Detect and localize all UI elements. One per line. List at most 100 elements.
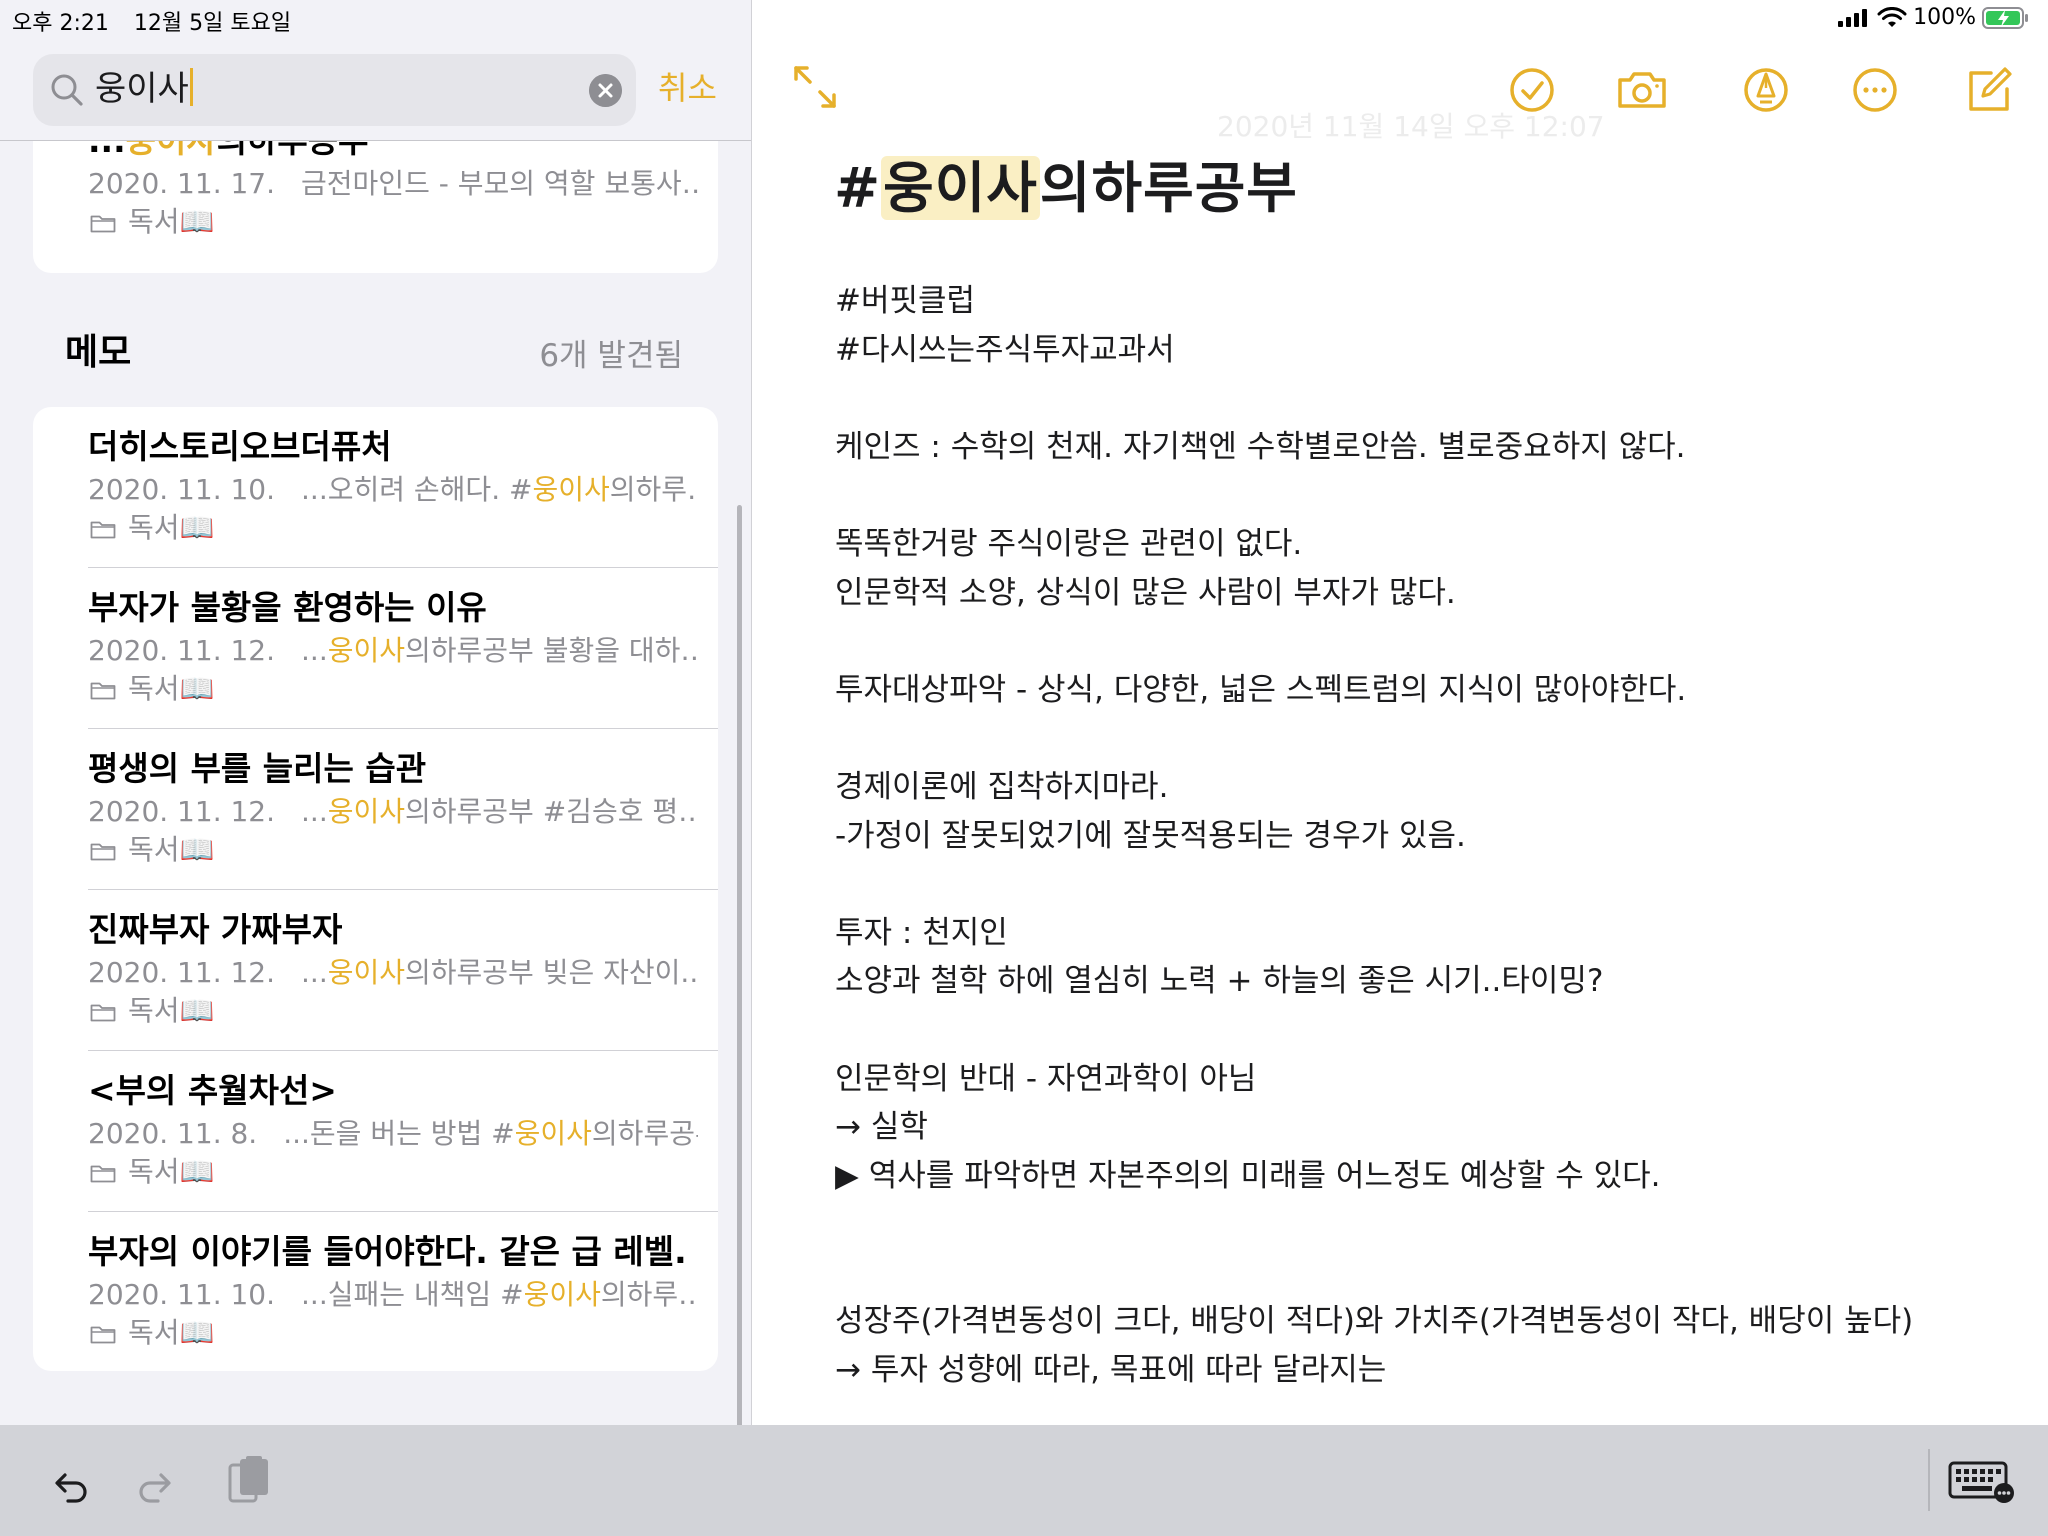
note-folder: 독서📖	[90, 1153, 214, 1191]
note-snippet: ...오히려 손해다. #	[301, 473, 533, 506]
status-bar-right: 100%	[1837, 5, 2030, 30]
body-line: 투자대상파악 - 상식, 다양한, 넓은 스펙트럼의 지식이 많아야한다.	[835, 671, 1687, 708]
note-subtitle: 2020. 11. 12. ...웅이사의하루공부 빚은 자산이...	[88, 954, 698, 992]
search-input[interactable]: 웅이사	[95, 66, 193, 112]
list-item[interactable]: 평생의 부를 늘리는 습관 2020. 11. 12. ...웅이사의하루공부 #…	[33, 729, 718, 890]
body-line: 인문학적 소양, 상식이 많은 사람이 부자가 많다.	[835, 574, 1456, 611]
body-line: -가정이 잘못되었기에 잘못적용되는 경우가 있음.	[835, 817, 1466, 854]
note-body[interactable]: #버핏클럽 #다시쓰는주식투자교과서 케인즈 : 수학의 천재. 자기책엔 수학…	[835, 277, 2015, 1395]
body-line: #다시쓰는주식투자교과서	[835, 331, 1175, 368]
text-caret	[189, 68, 193, 106]
search-query-text: 웅이사	[95, 69, 189, 109]
list-item[interactable]: 부자가 불황을 환영하는 이유 2020. 11. 12. ...웅이사의하루공부…	[33, 568, 718, 729]
top-result-row[interactable]: ...웅이사의하루공부 2020. 11. 17. 금전마인드 - 부모의 역할 …	[33, 141, 718, 262]
body-line: → 투자 성향에 따라, 목표에 따라 달라지는	[835, 1352, 1387, 1389]
note-title: 진짜부자 가짜부자	[88, 910, 343, 949]
top-result-subtitle: 2020. 11. 17. 금전마인드 - 부모의 역할 보통사…	[88, 165, 698, 203]
note-snippet-rest: 의하루공부 #김승호 평…	[405, 795, 698, 828]
list-item[interactable]: 더히스토리오브더퓨처 2020. 11. 10. ...오히려 손해다. #웅이사…	[33, 407, 718, 568]
battery-percent: 100%	[1913, 5, 1976, 30]
notes-sidebar: 오후 2:21 12월 5일 토요일 웅이사 취소 ...웅이사의하루공부 20…	[0, 0, 751, 1425]
body-line: → 실학	[835, 1109, 928, 1146]
top-result-title-highlight: 웅이사	[126, 141, 217, 160]
top-result-card[interactable]: ...웅이사의하루공부 2020. 11. 17. 금전마인드 - 부모의 역할 …	[33, 141, 718, 273]
folder-icon	[90, 521, 116, 539]
folder-icon	[90, 1326, 116, 1344]
folder-icon	[90, 682, 116, 700]
note-folder-label: 독서📖	[128, 1316, 215, 1349]
top-result-title-prefix: ...	[88, 141, 126, 160]
note-snippet: ...	[301, 634, 328, 667]
undo-icon[interactable]	[46, 1461, 90, 1505]
folder-icon	[90, 843, 116, 861]
body-line	[835, 860, 2015, 909]
clipboard-icon[interactable]	[226, 1455, 272, 1507]
note-date: 2020. 11. 12.	[88, 634, 276, 667]
clear-icon[interactable]	[589, 74, 622, 107]
list-item[interactable]: <부의 추월차선> 2020. 11. 8. ...돈을 버는 방법 #웅이사의하…	[33, 1051, 718, 1212]
note-folder: 독서📖	[90, 831, 214, 869]
note-snippet-rest: 의하루공부 빚은 자산이...	[405, 956, 698, 989]
cancel-button[interactable]: 취소	[658, 66, 717, 110]
top-result-folder: 독서📖	[90, 203, 214, 241]
scrollbar[interactable]	[737, 505, 742, 1425]
body-line: 소양과 철학 하에 열심히 노력 + 하늘의 좋은 시기..타이밍?	[835, 963, 1604, 1000]
redo-icon[interactable]	[136, 1461, 180, 1505]
body-line: 성장주(가격변동성이 크다, 배당이 적다)와 가치주(가격변동성이 작다, 배…	[835, 1303, 1914, 1340]
note-subtitle: 2020. 11. 12. ...웅이사의하루공부 #김승호 평…	[88, 793, 698, 831]
note-subtitle: 2020. 11. 8. ...돈을 버는 방법 #웅이사의하루공부	[88, 1115, 698, 1153]
list-item[interactable]: 부자의 이야기를 들어야한다. 같은 급 레벨... 2020. 11. 10.…	[33, 1212, 718, 1371]
more-ellipsis-icon[interactable]	[1847, 62, 1903, 118]
folder-icon	[90, 215, 116, 233]
status-time: 오후 2:21	[12, 11, 109, 36]
camera-icon[interactable]	[1614, 62, 1670, 118]
note-snippet-highlight: 웅이사	[327, 956, 406, 989]
note-snippet-rest: 의하루공부	[591, 1117, 698, 1150]
body-line	[835, 617, 2015, 666]
note-snippet: ...	[301, 795, 328, 828]
status-date: 12월 5일 토요일	[133, 11, 292, 36]
note-title: 평생의 부를 늘리는 습관	[88, 749, 427, 788]
cellular-signal-icon	[1838, 8, 1868, 27]
note-date: 2020. 11. 10.	[88, 473, 276, 506]
note-snippet-rest: 의하루…	[609, 473, 698, 506]
note-title: <부의 추월차선>	[88, 1071, 337, 1110]
note-snippet: ...실패는 내책임 #	[301, 1278, 524, 1311]
note-folder: 독서📖	[90, 670, 214, 708]
folder-icon	[90, 1004, 116, 1022]
top-result-folder-label: 독서📖	[128, 205, 215, 238]
memo-section-header: 메모	[65, 332, 132, 373]
status-bar-left: 오후 2:21 12월 5일 토요일	[12, 5, 291, 37]
note-editor[interactable]: 100% 2020년 11월 14일 오후 12:07 #웅이사의하루공부 #버…	[752, 0, 2048, 1425]
body-line	[835, 471, 2015, 520]
compose-icon[interactable]	[1961, 62, 2017, 118]
body-line: 인문학의 반대 - 자연과학이 아님	[835, 1060, 1257, 1097]
note-heading[interactable]: #웅이사의하루공부	[834, 150, 1298, 226]
body-line: 경제이론에 집착하지마라.	[835, 768, 1169, 805]
top-result-date: 2020. 11. 17.	[88, 167, 276, 200]
note-date: 2020. 11. 10.	[88, 1278, 276, 1311]
body-line	[835, 1200, 2015, 1249]
list-item[interactable]: 진짜부자 가짜부자 2020. 11. 12. ...웅이사의하루공부 빚은 자산…	[33, 890, 718, 1051]
search-results-list[interactable]: ...웅이사의하루공부 2020. 11. 17.금전마인드 - 부모의 역할 …	[0, 141, 751, 1425]
note-date: 2020. 11. 12.	[88, 795, 276, 828]
note-subtitle: 2020. 11. 10. ...실패는 내책임 #웅이사의하루…	[88, 1276, 698, 1314]
note-snippet-rest: 의하루…	[600, 1278, 698, 1311]
note-snippet-highlight: 웅이사	[327, 634, 406, 667]
toolbar-divider	[1928, 1449, 1930, 1511]
note-folder-label: 독서📖	[128, 994, 215, 1027]
memo-results-card: 더히스토리오브더퓨처 2020. 11. 10. ...오히려 손해다. #웅이사…	[33, 407, 718, 1371]
body-line	[835, 1006, 2015, 1055]
markup-pen-icon[interactable]	[1738, 62, 1794, 118]
body-line: ▶ 역사를 파악하면 자본주의의 미래를 어느정도 예상할 수 있다.	[835, 1157, 1661, 1194]
note-folder: 독서📖	[90, 1314, 214, 1352]
body-line: 투자 : 천지인	[835, 914, 1008, 951]
note-heading-suffix: 의하루공부	[1039, 156, 1298, 220]
search-field[interactable]: 웅이사	[33, 54, 636, 126]
note-date: 2020. 11. 8.	[88, 1117, 258, 1150]
top-result-title: ...웅이사의하루공부	[88, 141, 369, 163]
expand-icon[interactable]	[790, 62, 840, 112]
keyboard-icon[interactable]	[1948, 1459, 2016, 1505]
note-snippet-highlight: 웅이사	[327, 795, 406, 828]
body-line: 똑똑한거랑 주식이랑은 관련이 없다.	[835, 525, 1303, 562]
